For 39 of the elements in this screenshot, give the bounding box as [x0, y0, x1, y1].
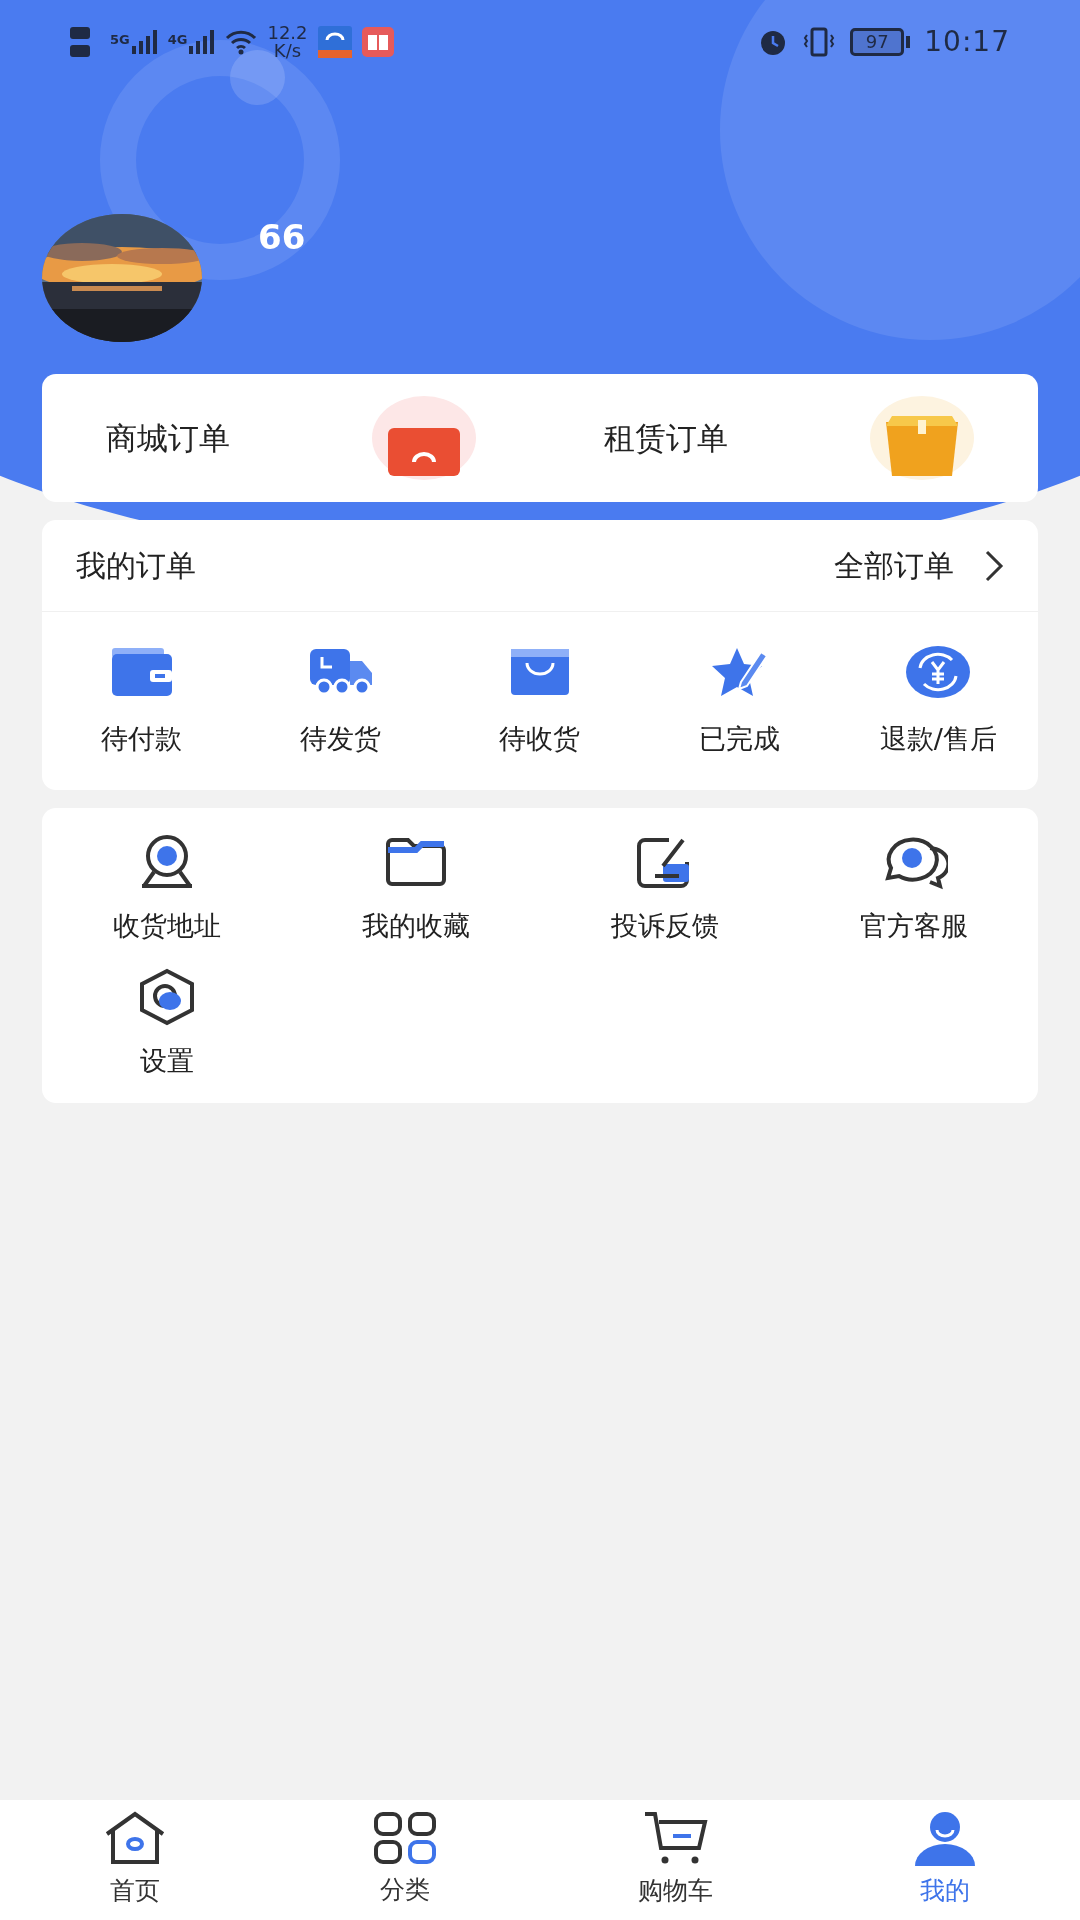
service-item[interactable]: 我的收藏: [291, 832, 540, 947]
wifi-icon: [225, 29, 258, 55]
envelope-icon: [372, 396, 476, 480]
chevron-right-icon: [984, 548, 1004, 583]
order-status-item[interactable]: 已完成: [639, 642, 839, 760]
order-shortcut[interactable]: 商城订单: [42, 374, 540, 502]
bag-icon: [509, 646, 571, 697]
network-speed: 12.2: [267, 24, 308, 42]
section-title: 我的订单: [76, 547, 196, 585]
folder-icon: [383, 836, 448, 888]
service-item[interactable]: 官方客服: [789, 832, 1038, 947]
user-name: 66: [258, 216, 306, 259]
service-item[interactable]: 设置: [42, 966, 291, 1081]
order-status-item[interactable]: 待收货: [440, 642, 640, 760]
yen-refresh-icon: [906, 645, 971, 698]
battery-level: 97: [865, 33, 889, 51]
grid-icon: [372, 1811, 438, 1866]
wallet-icon: [109, 645, 174, 698]
signal-icon: [189, 30, 216, 54]
speed-unit: K/s: [273, 42, 302, 60]
tab-bar-item[interactable]: 购物车: [540, 1810, 810, 1910]
order-shortcut[interactable]: 租赁订单: [540, 374, 1038, 502]
network-label: 5G: [110, 31, 130, 49]
app-notification-icon: [317, 26, 352, 58]
service-item[interactable]: 收货地址: [42, 832, 291, 947]
clock: 10:17: [924, 24, 1010, 60]
order-status-item[interactable]: 待付款: [42, 642, 242, 760]
tab-bar-item[interactable]: 首页: [0, 1810, 270, 1910]
vibrate-icon: [802, 27, 837, 57]
order-status-item[interactable]: 待发货: [241, 642, 441, 760]
all-orders-link[interactable]: 全部订单: [834, 543, 1004, 588]
service-item[interactable]: 投诉反馈: [540, 832, 789, 947]
network-label: 4G: [167, 31, 188, 49]
order-status-item[interactable]: 退款/售后: [838, 642, 1038, 760]
book-icon: [361, 27, 394, 57]
tab-bar-item[interactable]: 我的: [810, 1810, 1080, 1910]
tab-bar-item[interactable]: 分类: [270, 1811, 540, 1909]
box-icon: [870, 396, 974, 480]
signal-icon: [131, 30, 158, 54]
